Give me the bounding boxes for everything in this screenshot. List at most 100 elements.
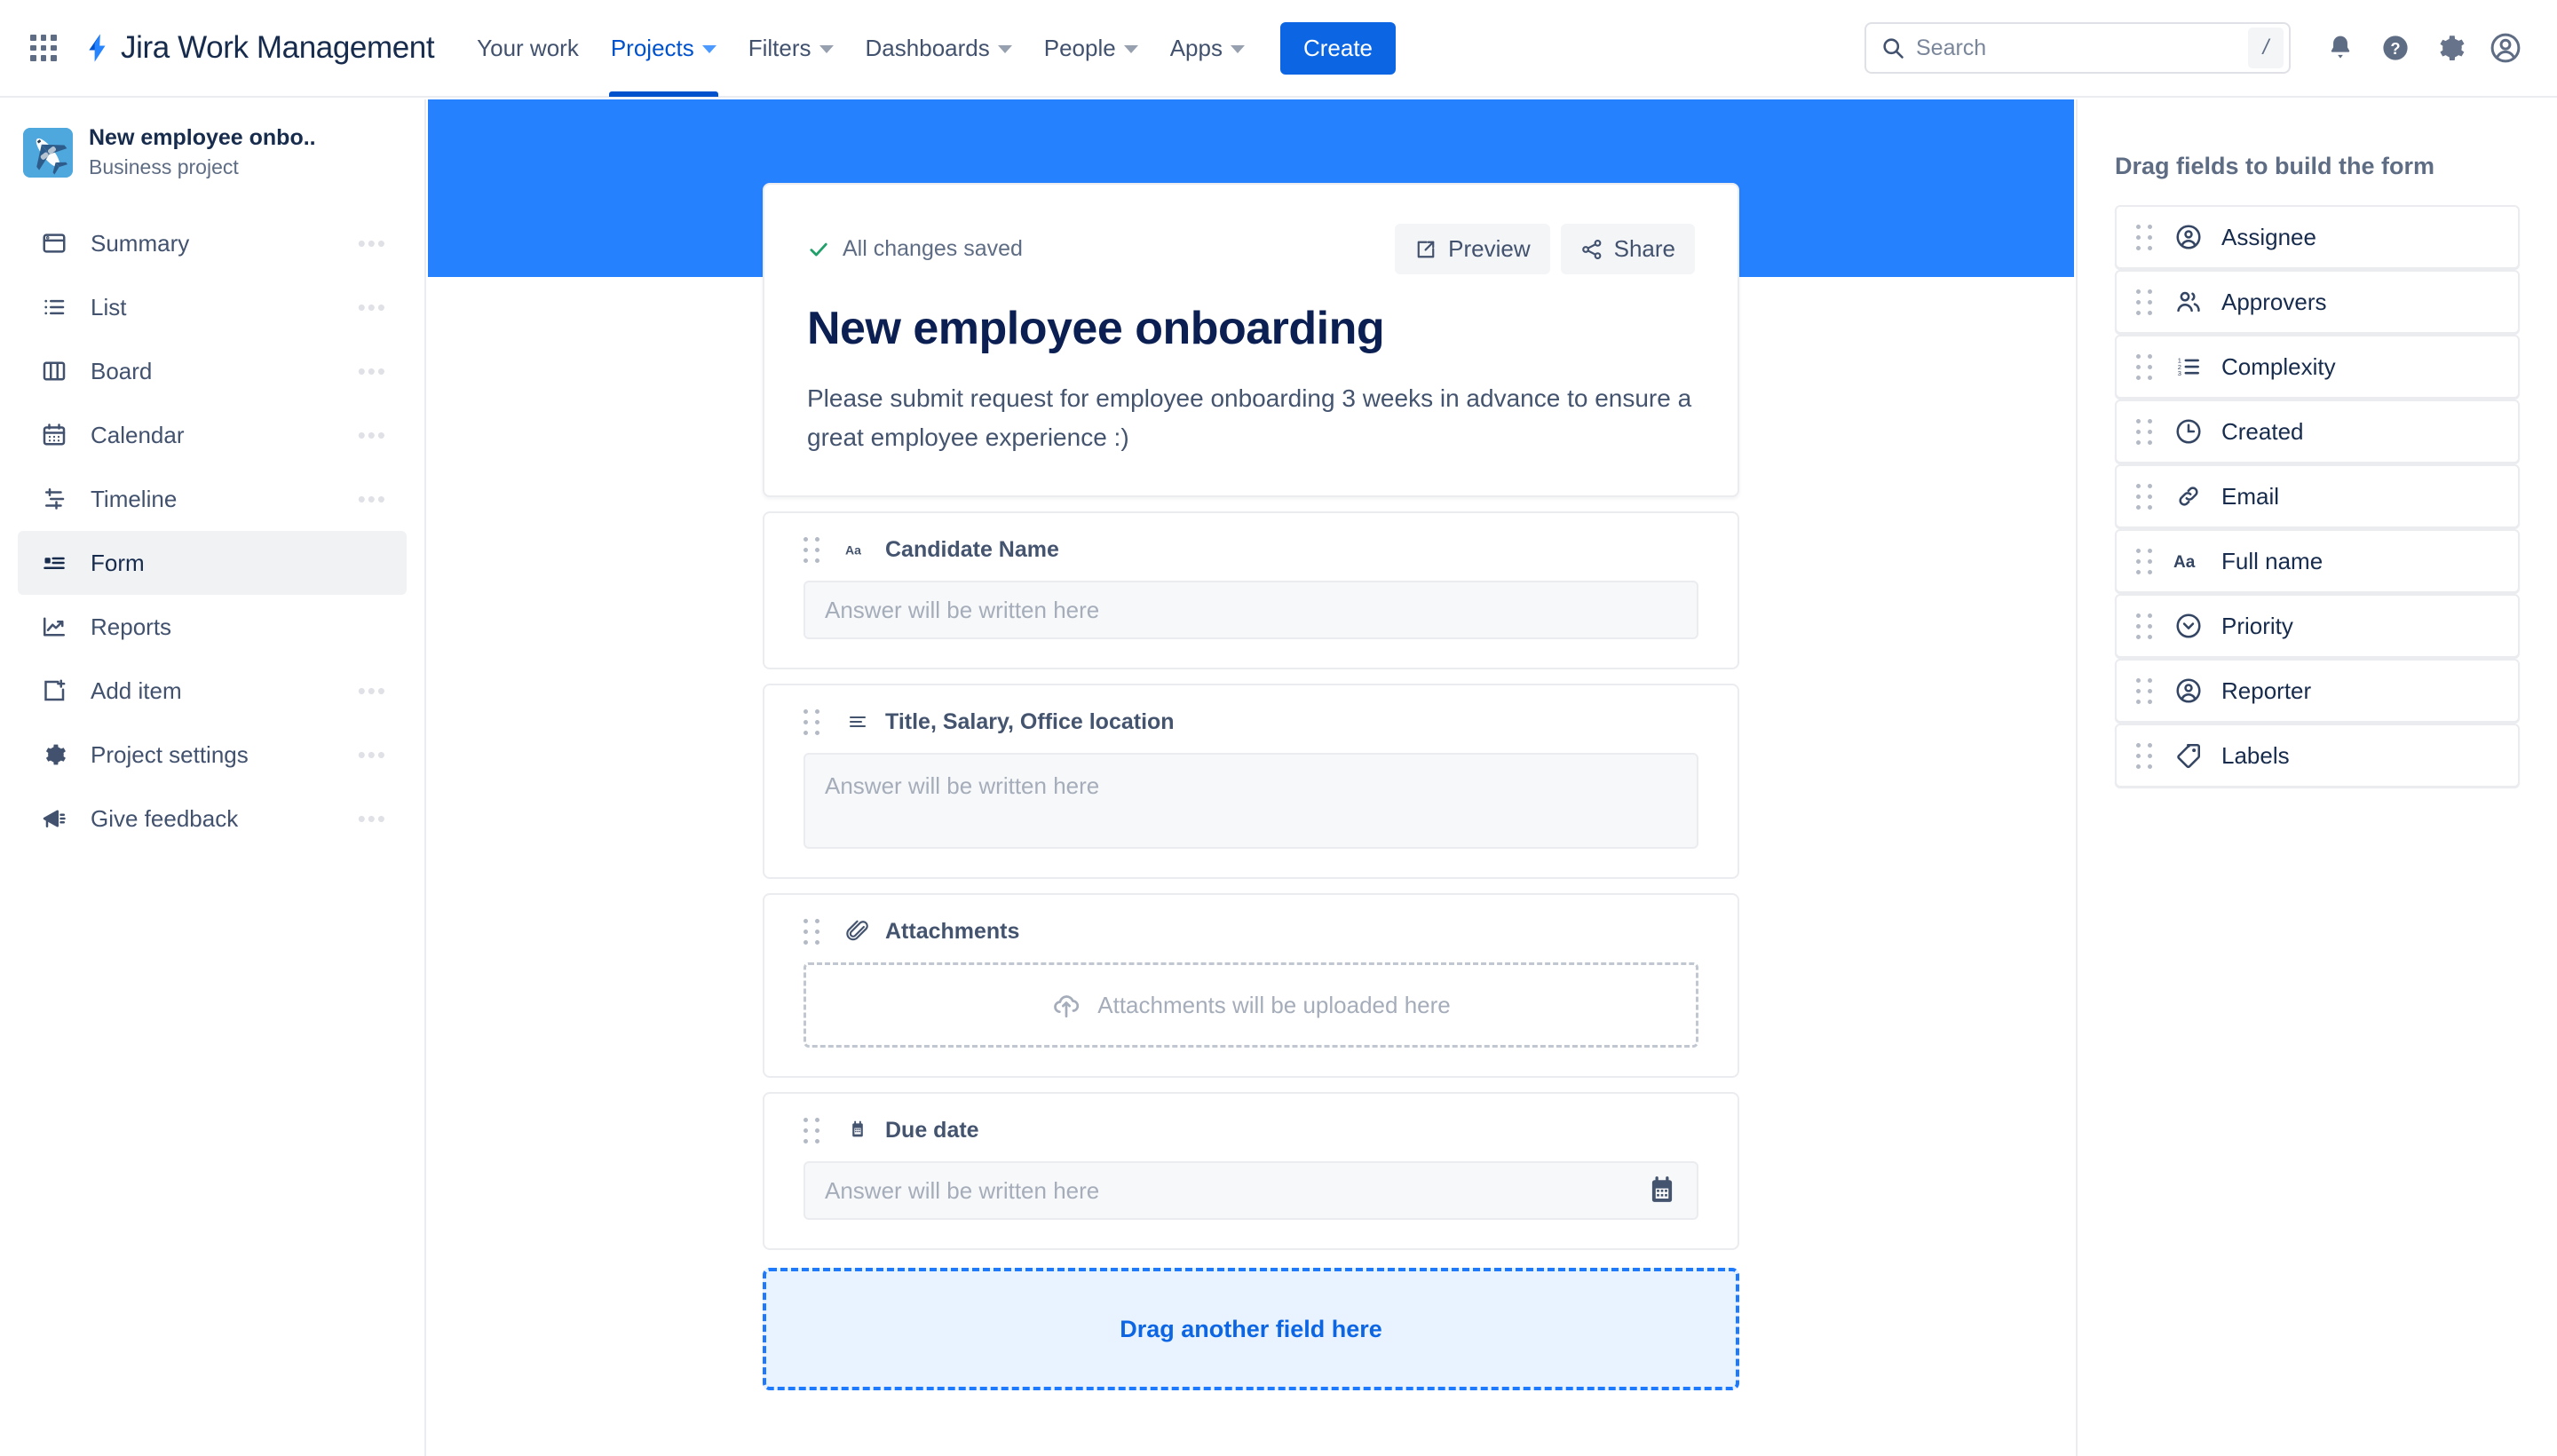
field-palette-title: Drag fields to build the form [2115, 153, 2435, 179]
drag-handle-icon[interactable] [2136, 613, 2152, 639]
drag-handle-icon[interactable] [2136, 548, 2152, 574]
field-header: Due date [804, 1117, 1698, 1143]
sidebar-item-calendar[interactable]: Calendar ••• [18, 403, 407, 467]
new-field-dropzone[interactable]: Drag another field here [763, 1268, 1739, 1391]
form-field-candidate-name[interactable]: Aa Candidate Name Answer will be written… [763, 511, 1739, 670]
nav-apps[interactable]: Apps [1154, 0, 1261, 97]
sidebar-item-add-item[interactable]: Add item ••• [18, 659, 407, 723]
share-button[interactable]: Share [1560, 224, 1695, 274]
palette-field-assignee[interactable]: Assignee [2115, 205, 2520, 269]
drag-handle-icon[interactable] [804, 918, 819, 945]
paperclip-icon [843, 920, 873, 943]
answer-preview-date: Answer will be written here [804, 1161, 1698, 1221]
brand-title: Jira Work Management [121, 30, 435, 65]
top-navigation-bar: Jira Work Management Your work Projects … [0, 0, 2557, 98]
sidebar-item-more-icon[interactable]: ••• [358, 742, 387, 766]
cloud-upload-icon [1051, 990, 1081, 1020]
sidebar-item-more-icon[interactable]: ••• [358, 423, 387, 447]
notifications-bell-icon[interactable] [2316, 23, 2365, 73]
palette-field-full-name[interactable]: Aa Full name [2115, 529, 2520, 593]
share-icon [1580, 238, 1603, 261]
sidebar-item-form-label: Form [91, 549, 145, 576]
sidebar-item-board-label: Board [91, 357, 153, 384]
calendar-icon [37, 422, 71, 448]
nav-people[interactable]: People [1028, 0, 1154, 97]
nav-projects[interactable]: Projects [595, 0, 732, 97]
sidebar-item-list-label: List [91, 293, 127, 320]
brand-home-link[interactable]: Jira Work Management [76, 30, 435, 66]
sidebar-item-timeline[interactable]: Timeline ••• [18, 467, 407, 531]
palette-field-reporter[interactable]: Reporter [2115, 659, 2520, 723]
sidebar-item-form[interactable]: Form [18, 531, 407, 596]
form-field-title-salary-office[interactable]: Title, Salary, Office location Answer wi… [763, 684, 1739, 880]
jira-logo-icon [76, 30, 112, 66]
people-group-icon [2172, 288, 2205, 316]
sidebar-item-more-icon[interactable]: ••• [358, 806, 387, 830]
share-button-label: Share [1613, 235, 1675, 262]
sidebar-item-timeline-label: Timeline [91, 485, 178, 512]
search-input[interactable] [1916, 35, 2248, 61]
user-avatar-icon[interactable] [2481, 23, 2530, 73]
sidebar-item-project-settings[interactable]: Project settings ••• [18, 723, 407, 787]
sidebar-item-more-icon[interactable]: ••• [358, 359, 387, 383]
drag-handle-icon[interactable] [804, 536, 819, 563]
attachment-dropzone: Attachments will be uploaded here [804, 962, 1698, 1048]
nav-apps-label: Apps [1169, 34, 1223, 61]
drag-handle-icon[interactable] [2136, 742, 2152, 769]
nav-dashboards[interactable]: Dashboards [850, 0, 1028, 97]
palette-field-label: Assignee [2221, 223, 2316, 250]
sidebar-item-reports[interactable]: Reports [18, 595, 407, 659]
search-box[interactable]: / [1864, 22, 2291, 74]
form-description[interactable]: Please submit request for employee onboa… [807, 379, 1695, 456]
sidebar-item-board[interactable]: Board ••• [18, 339, 407, 403]
drag-handle-icon[interactable] [2136, 418, 2152, 445]
palette-field-label: Complexity [2221, 352, 2336, 380]
sidebar-item-more-icon[interactable]: ••• [358, 295, 387, 319]
sidebar-item-give-feedback[interactable]: Give feedback ••• [18, 787, 407, 851]
form-field-attachments[interactable]: Attachments Attachments will be uploaded… [763, 893, 1739, 1079]
help-question-icon[interactable]: ? [2371, 23, 2420, 73]
nav-your-work-label: Your work [477, 34, 579, 61]
sidebar-item-list[interactable]: List ••• [18, 275, 407, 339]
nav-your-work[interactable]: Your work [461, 0, 595, 97]
project-meta: New employee onbo.. Business project [89, 124, 316, 181]
settings-gear-icon[interactable] [2426, 23, 2475, 73]
drag-handle-icon[interactable] [2136, 677, 2152, 704]
text-aa-icon: Aa [2172, 550, 2205, 573]
person-circle-icon [2172, 677, 2205, 705]
project-header[interactable]: New employee onbo.. Business project [0, 124, 424, 181]
palette-field-labels[interactable]: Labels [2115, 724, 2520, 787]
calendar-picker-icon[interactable] [1647, 1175, 1677, 1207]
sidebar-item-summary[interactable]: Summary ••• [18, 211, 407, 275]
form-preview: All changes saved Preview Share New empl… [428, 99, 2074, 1391]
drag-handle-icon[interactable] [2136, 483, 2152, 510]
project-name: New employee onbo.. [89, 125, 316, 150]
drag-handle-icon[interactable] [2136, 224, 2152, 250]
text-short-aa-icon: Aa [843, 539, 873, 560]
project-sidebar: New employee onbo.. Business project Sum… [0, 99, 426, 1456]
drag-handle-icon[interactable] [804, 1117, 819, 1143]
palette-field-priority[interactable]: Priority [2115, 594, 2520, 658]
search-icon [1880, 36, 1905, 60]
grid-apps-icon[interactable] [23, 28, 64, 68]
palette-field-complexity[interactable]: 1 2 3 Complexity [2115, 335, 2520, 399]
sidebar-item-more-icon[interactable]: ••• [358, 487, 387, 510]
chevron-down-icon [997, 45, 1012, 53]
sidebar-item-more-icon[interactable]: ••• [358, 231, 387, 255]
field-header: Attachments [804, 918, 1698, 945]
check-icon [807, 238, 830, 261]
palette-field-created[interactable]: Created [2115, 400, 2520, 463]
drag-handle-icon[interactable] [2136, 353, 2152, 380]
create-button[interactable]: Create [1279, 21, 1397, 75]
preview-button[interactable]: Preview [1395, 224, 1550, 274]
form-title[interactable]: New employee onboarding [807, 301, 1695, 356]
palette-field-approvers[interactable]: Approvers [2115, 270, 2520, 334]
nav-filters[interactable]: Filters [732, 0, 850, 97]
drag-handle-icon[interactable] [2136, 289, 2152, 315]
sidebar-item-more-icon[interactable]: ••• [358, 678, 387, 702]
palette-field-email[interactable]: Email [2115, 464, 2520, 528]
form-field-due-date[interactable]: Due date Answer will be written here [763, 1092, 1739, 1251]
drag-handle-icon[interactable] [804, 708, 819, 735]
sidebar-item-summary-label: Summary [91, 229, 190, 257]
project-settings-gear-icon [37, 741, 71, 768]
